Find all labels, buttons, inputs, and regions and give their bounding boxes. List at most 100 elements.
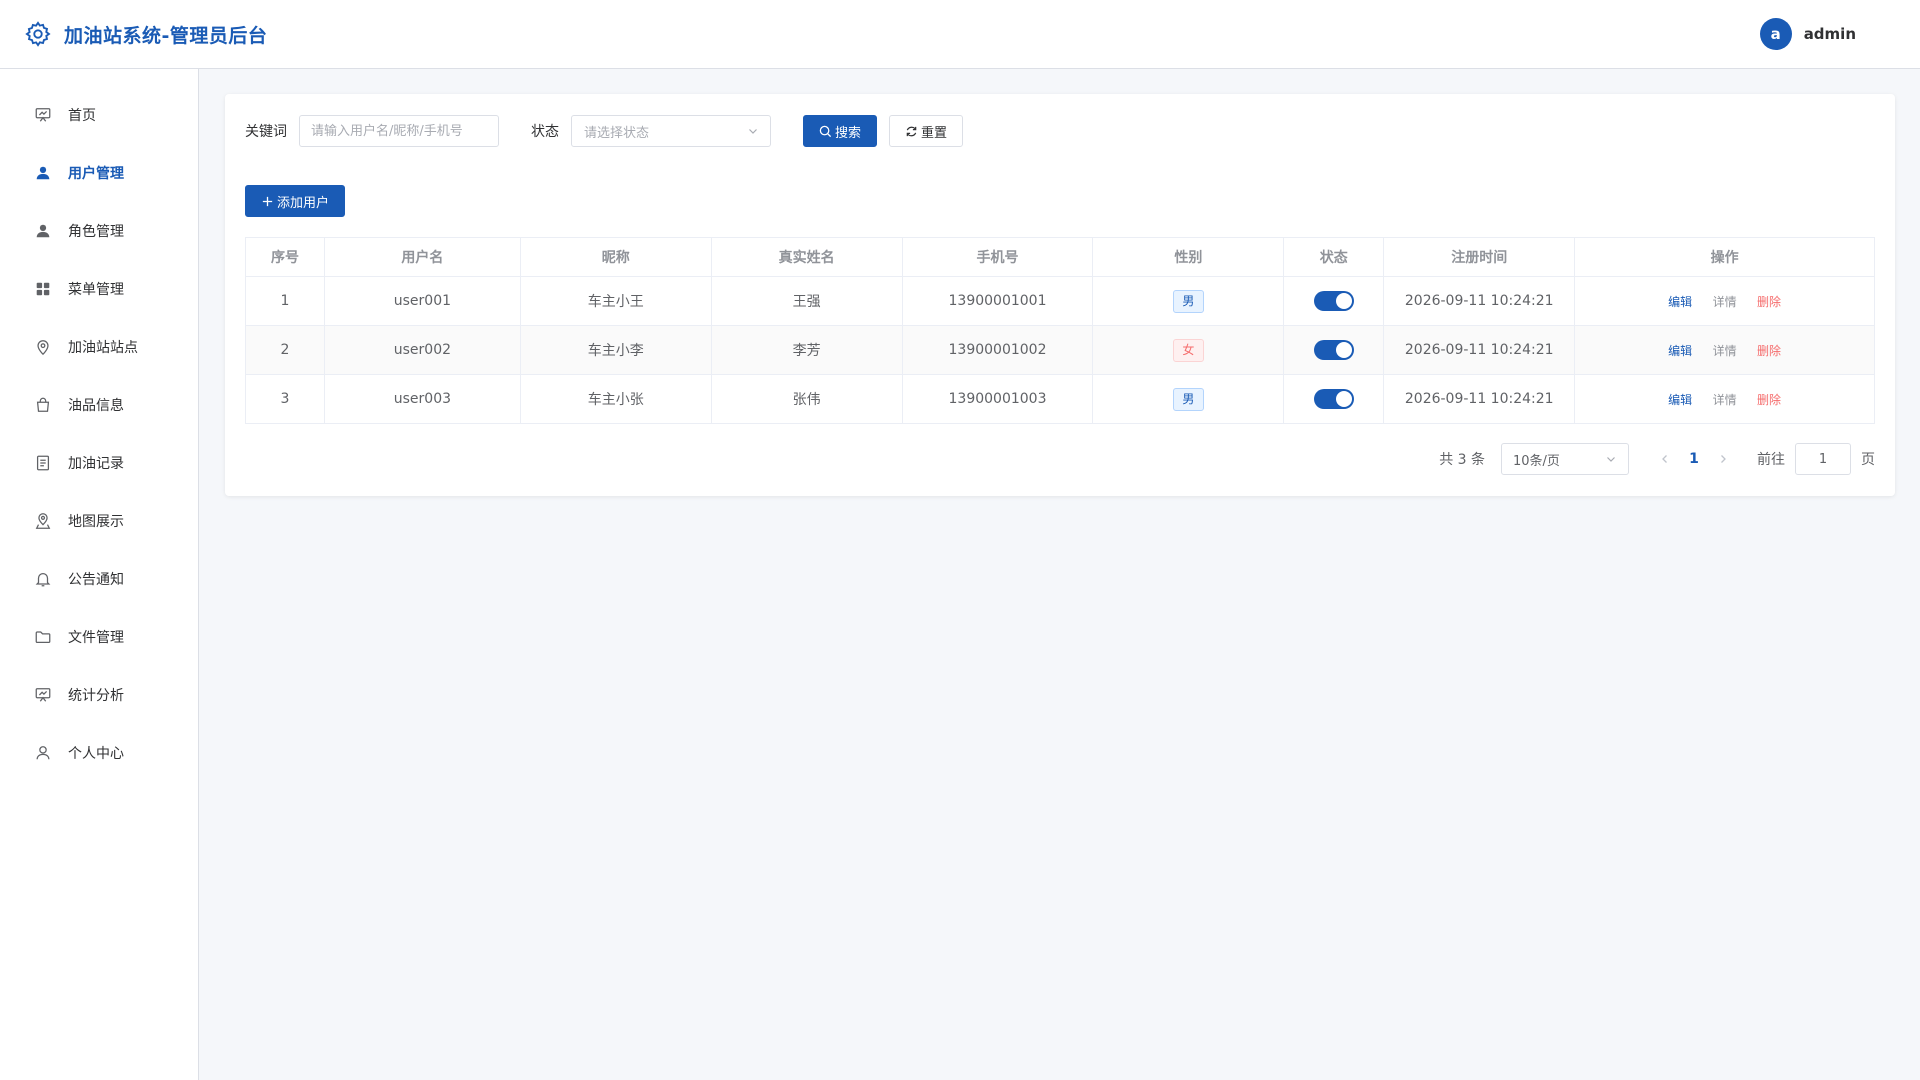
cell-nickname: 车主小张 (519, 374, 712, 424)
cell-registered: 2026-09-11 10:24:21 (1383, 276, 1576, 326)
sidebar-item-label: 角色管理 (68, 224, 124, 240)
page-size-select[interactable]: 10条/页 (1501, 443, 1629, 475)
goto-page-input[interactable] (1795, 443, 1851, 475)
cell-index: 2 (245, 325, 325, 375)
column-header-gender: 性别 (1092, 237, 1285, 277)
pagination-total: 共 3 条 (1439, 452, 1485, 468)
sidebar-item-refuel-records[interactable]: 加油记录 (0, 434, 198, 492)
cell-phone: 13900001001 (901, 276, 1094, 326)
sidebar: 首页 用户管理 角色管理 菜单管理 加油站站点 油品信息 加油记录 地图展示 公… (0, 69, 199, 1080)
map-pin-icon (35, 513, 51, 529)
cell-nickname: 车主小李 (519, 325, 712, 375)
sidebar-item-label: 油品信息 (68, 398, 124, 414)
page-number-current[interactable]: 1 (1679, 445, 1709, 473)
column-header-username: 用户名 (323, 237, 521, 277)
cell-status (1283, 276, 1385, 326)
sidebar-item-files[interactable]: 文件管理 (0, 608, 198, 666)
column-header-actions: 操作 (1574, 237, 1875, 277)
cell-nickname: 车主小王 (519, 276, 712, 326)
edit-button[interactable]: 编辑 (1668, 295, 1692, 309)
keyword-label: 关键词 (245, 124, 287, 140)
column-header-index: 序号 (245, 237, 325, 277)
keyword-input[interactable] (299, 115, 499, 147)
column-header-nickname: 昵称 (519, 237, 712, 277)
delete-button[interactable]: 删除 (1757, 295, 1781, 309)
sidebar-item-profile[interactable]: 个人中心 (0, 724, 198, 782)
add-user-button-label: 添加用户 (277, 195, 330, 211)
sidebar-item-label: 文件管理 (68, 630, 124, 646)
sidebar-item-label: 加油记录 (68, 456, 124, 472)
cell-phone: 13900001002 (901, 325, 1094, 375)
cell-index: 3 (245, 374, 325, 424)
detail-button[interactable]: 详情 (1713, 393, 1737, 407)
sidebar-item-home[interactable]: 首页 (0, 86, 198, 144)
add-user-button[interactable]: 添加用户 (245, 185, 346, 217)
location-icon (37, 340, 49, 356)
sidebar-item-statistics[interactable]: 统计分析 (0, 666, 198, 724)
status-switch[interactable] (1313, 340, 1354, 360)
goto-label: 前往 (1757, 452, 1785, 468)
edit-button[interactable]: 编辑 (1668, 393, 1692, 407)
sidebar-item-label: 首页 (68, 108, 96, 124)
prev-page-button[interactable] (1651, 445, 1679, 473)
table-header-row: 序号 用户名 昵称 真实姓名 手机号 性别 状态 注册时间 操作 (245, 237, 1875, 277)
search-icon (819, 125, 832, 137)
sidebar-item-stations[interactable]: 加油站站点 (0, 318, 198, 376)
cell-username: user001 (323, 276, 521, 326)
cell-registered: 2026-09-11 10:24:21 (1383, 374, 1576, 424)
status-switch[interactable] (1313, 389, 1354, 409)
user-icon (36, 166, 50, 180)
bell-icon (35, 572, 51, 587)
refresh-icon (906, 126, 917, 136)
table-row: 1 user001 车主小王 王强 13900001001 男 2026-09-… (245, 276, 1875, 326)
detail-button[interactable]: 详情 (1713, 344, 1737, 358)
profile-icon (36, 746, 50, 760)
user-menu[interactable]: a admin (1759, 18, 1896, 50)
sidebar-item-notices[interactable]: 公告通知 (0, 550, 198, 608)
status-select-placeholder: 请选择状态 (584, 125, 650, 141)
cell-actions: 编辑 详情 删除 (1574, 276, 1875, 326)
document-icon (36, 455, 50, 471)
sidebar-item-menus[interactable]: 菜单管理 (0, 260, 198, 318)
delete-button[interactable]: 删除 (1757, 344, 1781, 358)
cell-index: 1 (245, 276, 325, 326)
status-switch[interactable] (1313, 291, 1354, 311)
table-row: 3 user003 车主小张 张伟 13900001003 男 2026-09-… (245, 374, 1875, 424)
gender-tag: 男 (1172, 387, 1204, 411)
column-header-phone: 手机号 (901, 237, 1094, 277)
app-logo[interactable]: 加油站系统-管理员后台 (24, 20, 267, 48)
cell-realname: 李芳 (710, 325, 903, 375)
search-button[interactable]: 搜索 (803, 115, 878, 147)
sidebar-item-users[interactable]: 用户管理 (0, 144, 198, 202)
goto-page: 前往 页 (1757, 443, 1875, 475)
detail-button[interactable]: 详情 (1713, 295, 1737, 309)
cell-actions: 编辑 详情 删除 (1574, 374, 1875, 424)
cell-actions: 编辑 详情 删除 (1574, 325, 1875, 375)
user-table: 序号 用户名 昵称 真实姓名 手机号 性别 状态 注册时间 操作 1 user0… (245, 237, 1875, 424)
sidebar-item-label: 加油站站点 (68, 340, 138, 356)
reset-button[interactable]: 重置 (889, 115, 964, 147)
cell-gender: 女 (1092, 325, 1285, 375)
username-label[interactable]: admin (1804, 25, 1856, 43)
column-header-registered: 注册时间 (1383, 237, 1576, 277)
cell-status (1283, 374, 1385, 424)
sidebar-item-label: 菜单管理 (68, 282, 124, 298)
table-row: 2 user002 车主小李 李芳 13900001002 女 2026-09-… (245, 325, 1875, 375)
edit-button[interactable]: 编辑 (1668, 344, 1692, 358)
status-select[interactable]: 请选择状态 (571, 115, 771, 147)
plus-icon (262, 196, 273, 206)
column-header-realname: 真实姓名 (710, 237, 903, 277)
sidebar-item-oil-products[interactable]: 油品信息 (0, 376, 198, 434)
avatar[interactable]: a (1759, 18, 1792, 50)
sidebar-item-roles[interactable]: 角色管理 (0, 202, 198, 260)
gear-icon (25, 21, 51, 47)
dashboard-icon (35, 108, 51, 122)
delete-button[interactable]: 删除 (1757, 393, 1781, 407)
user-management-card: 关键词 状态 请选择状态 搜索 重置 添加用户 序号 用户名 昵称 真实姓名 (225, 94, 1895, 496)
gender-tag: 男 (1172, 289, 1204, 313)
cell-realname: 张伟 (710, 374, 903, 424)
sidebar-item-map[interactable]: 地图展示 (0, 492, 198, 550)
grid-icon (36, 282, 50, 296)
next-page-button[interactable] (1709, 445, 1737, 473)
top-header: 加油站系统-管理员后台 a admin (0, 0, 1920, 69)
